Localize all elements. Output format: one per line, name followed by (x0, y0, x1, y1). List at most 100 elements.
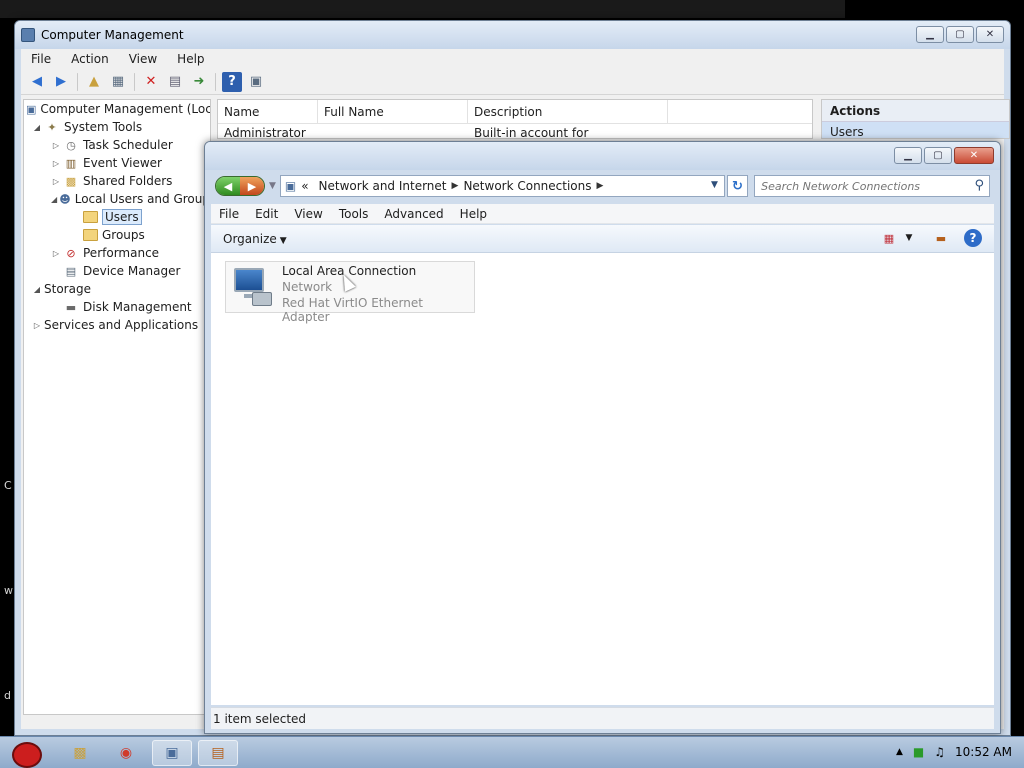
help-icon[interactable]: ? (222, 71, 242, 92)
tree-item-device-manager[interactable]: ▤ Device Manager (24, 262, 210, 280)
tree-item-label: Storage (44, 282, 91, 296)
window-title: Computer Management (41, 28, 184, 42)
desktop-icon-label[interactable]: w (4, 584, 13, 597)
search-box: ⚲ (754, 175, 990, 197)
organize-button[interactable]: Organize ▼ (223, 232, 287, 246)
chevron-down-icon[interactable]: ▼ (900, 229, 918, 247)
tools-icon: ✦ (47, 120, 57, 134)
desktop-icon-label[interactable]: d (4, 689, 11, 702)
menu-help[interactable]: Help (167, 52, 214, 66)
collapsed-arrow-icon[interactable]: ▷ (49, 141, 63, 150)
forward-arrow-icon[interactable]: ▶ (239, 177, 264, 195)
up-folder-icon[interactable]: ▲ (84, 72, 104, 92)
close-button[interactable]: ✕ (954, 147, 994, 164)
collapsed-arrow-icon[interactable]: ▷ (49, 177, 63, 186)
properties-icon[interactable]: ▤ (165, 72, 185, 92)
expanded-arrow-icon[interactable]: ◢ (30, 123, 44, 132)
chrome-taskbar-icon[interactable]: ◉ (106, 740, 146, 766)
delete-icon[interactable]: ✕ (141, 72, 161, 92)
menu-action[interactable]: Action (61, 52, 119, 66)
user-full-name-cell (318, 124, 468, 138)
back-arrow-icon[interactable]: ◀ (216, 177, 240, 195)
menu-file[interactable]: File (21, 52, 61, 66)
tree-item-groups[interactable]: Groups (24, 226, 210, 244)
breadcrumb-network-connections[interactable]: Network Connections (463, 179, 591, 193)
maximize-button[interactable]: ▢ (946, 26, 974, 43)
breadcrumb-separator-icon[interactable]: ▶ (597, 181, 604, 191)
forward-arrow-icon[interactable]: ▶ (51, 72, 71, 92)
tree-item-task-scheduler[interactable]: ▷ ◷ Task Scheduler (24, 136, 210, 154)
collapsed-arrow-icon[interactable]: ▷ (49, 249, 63, 258)
menu-help[interactable]: Help (452, 207, 495, 221)
computer-management-taskbar-icon[interactable]: ▣ (152, 740, 192, 766)
chevron-down-icon: ▼ (279, 235, 287, 246)
connections-view: Local Area Connection Network Red Hat Vi… (211, 253, 994, 705)
collapsed-arrow-icon[interactable]: ▷ (49, 159, 63, 168)
desktop-icon-label[interactable]: C (4, 479, 12, 492)
search-icon[interactable]: ⚲ (974, 178, 984, 193)
change-view-icon[interactable]: ▦ (880, 229, 898, 247)
menu-view[interactable]: View (119, 52, 167, 66)
tree-item-system-tools[interactable]: ◢ ✦ System Tools (24, 118, 210, 136)
clock[interactable]: 10:52 AM (955, 745, 1012, 759)
column-header-name[interactable]: Name (218, 100, 318, 123)
maximize-button[interactable]: ▢ (924, 147, 952, 164)
tree-item-performance[interactable]: ▷ ⊘ Performance (24, 244, 210, 262)
actions-section-users[interactable]: Users (822, 122, 1009, 138)
connection-status: Network (282, 280, 333, 294)
tree-item-shared-folders[interactable]: ▷ ▩ Shared Folders (24, 172, 210, 190)
minimize-button[interactable]: ▁ (894, 147, 922, 164)
column-header-description[interactable]: Description (468, 100, 668, 123)
show-hide-action-pane-icon[interactable]: ▣ (246, 72, 266, 92)
recent-pages-dropdown-icon[interactable]: ▼ (269, 181, 276, 191)
title-bar[interactable]: Computer Management ▁ ▢ ✕ (15, 21, 1010, 49)
menu-advanced[interactable]: Advanced (376, 207, 451, 221)
breadcrumb-network-and-internet[interactable]: Network and Internet (319, 179, 447, 193)
show-hide-tree-icon[interactable]: ▦ (108, 72, 128, 92)
table-row[interactable]: Administrator Built-in account for admin… (218, 124, 812, 138)
refresh-icon[interactable]: ↻ (726, 175, 749, 197)
expanded-arrow-icon[interactable]: ◢ (49, 195, 59, 204)
tree-item-storage[interactable]: ◢ Storage (24, 280, 210, 298)
network-status-icon[interactable]: ■ (913, 745, 924, 759)
export-list-icon[interactable]: ➜ (189, 72, 209, 92)
users-list: Name Full Name Description Administrator… (217, 99, 813, 139)
menu-tools[interactable]: Tools (331, 207, 377, 221)
search-input[interactable] (755, 176, 976, 196)
tree-item-event-viewer[interactable]: ▷ ▥ Event Viewer (24, 154, 210, 172)
help-icon[interactable]: ? (964, 229, 982, 247)
list-header: Name Full Name Description (218, 100, 812, 124)
breadcrumb-overflow[interactable]: « (301, 179, 308, 193)
menu-view[interactable]: View (286, 207, 330, 221)
menu-file[interactable]: File (211, 207, 247, 221)
network-adapter-icon (230, 266, 274, 310)
start-button[interactable] (4, 739, 48, 768)
toolbar-separator (77, 72, 78, 91)
address-bar[interactable]: ▣ « Network and Internet ▶ Network Conne… (279, 175, 725, 197)
preview-pane-icon[interactable]: ▬ (932, 229, 950, 247)
address-dropdown-icon[interactable]: ▼ (711, 180, 718, 190)
title-bar[interactable]: ▁ ▢ ✕ (205, 142, 1000, 170)
tree-item-disk-management[interactable]: ▬ Disk Management (24, 298, 210, 316)
device-manager-icon: ▤ (65, 264, 77, 278)
back-arrow-icon[interactable]: ◀ (27, 72, 47, 92)
tree-item-users[interactable]: Users (24, 208, 210, 226)
tree-item-services-and-applications[interactable]: ▷ Services and Applications (24, 316, 210, 334)
network-connections-taskbar-icon[interactable]: ▤ (198, 740, 238, 766)
explorer-taskbar-icon[interactable]: ▩ (60, 740, 100, 766)
network-connections-window: ▁ ▢ ✕ ◀ ▶ ▼ ▣ « Network and Internet ▶ N… (204, 141, 1001, 734)
minimize-button[interactable]: ▁ (916, 26, 944, 43)
tree-item-computer-management[interactable]: ▣ Computer Management (Local (24, 100, 210, 118)
status-bar: 1 item selected (211, 707, 994, 729)
breadcrumb-separator-icon[interactable]: ▶ (452, 181, 459, 191)
volume-icon[interactable]: ♫ (934, 745, 945, 759)
column-header-full-name[interactable]: Full Name (318, 100, 468, 123)
show-hidden-icons-icon[interactable]: ▲ (896, 747, 903, 757)
expanded-arrow-icon[interactable]: ◢ (30, 285, 44, 294)
collapsed-arrow-icon[interactable]: ▷ (30, 321, 44, 330)
menu-edit[interactable]: Edit (247, 207, 286, 221)
console-tree: ▣ Computer Management (Local ◢ ✦ System … (23, 99, 211, 715)
tree-item-local-users-and-groups[interactable]: ◢ ☻ Local Users and Group (24, 190, 210, 208)
tree-item-label: Performance (83, 246, 160, 260)
close-button[interactable]: ✕ (976, 26, 1004, 43)
